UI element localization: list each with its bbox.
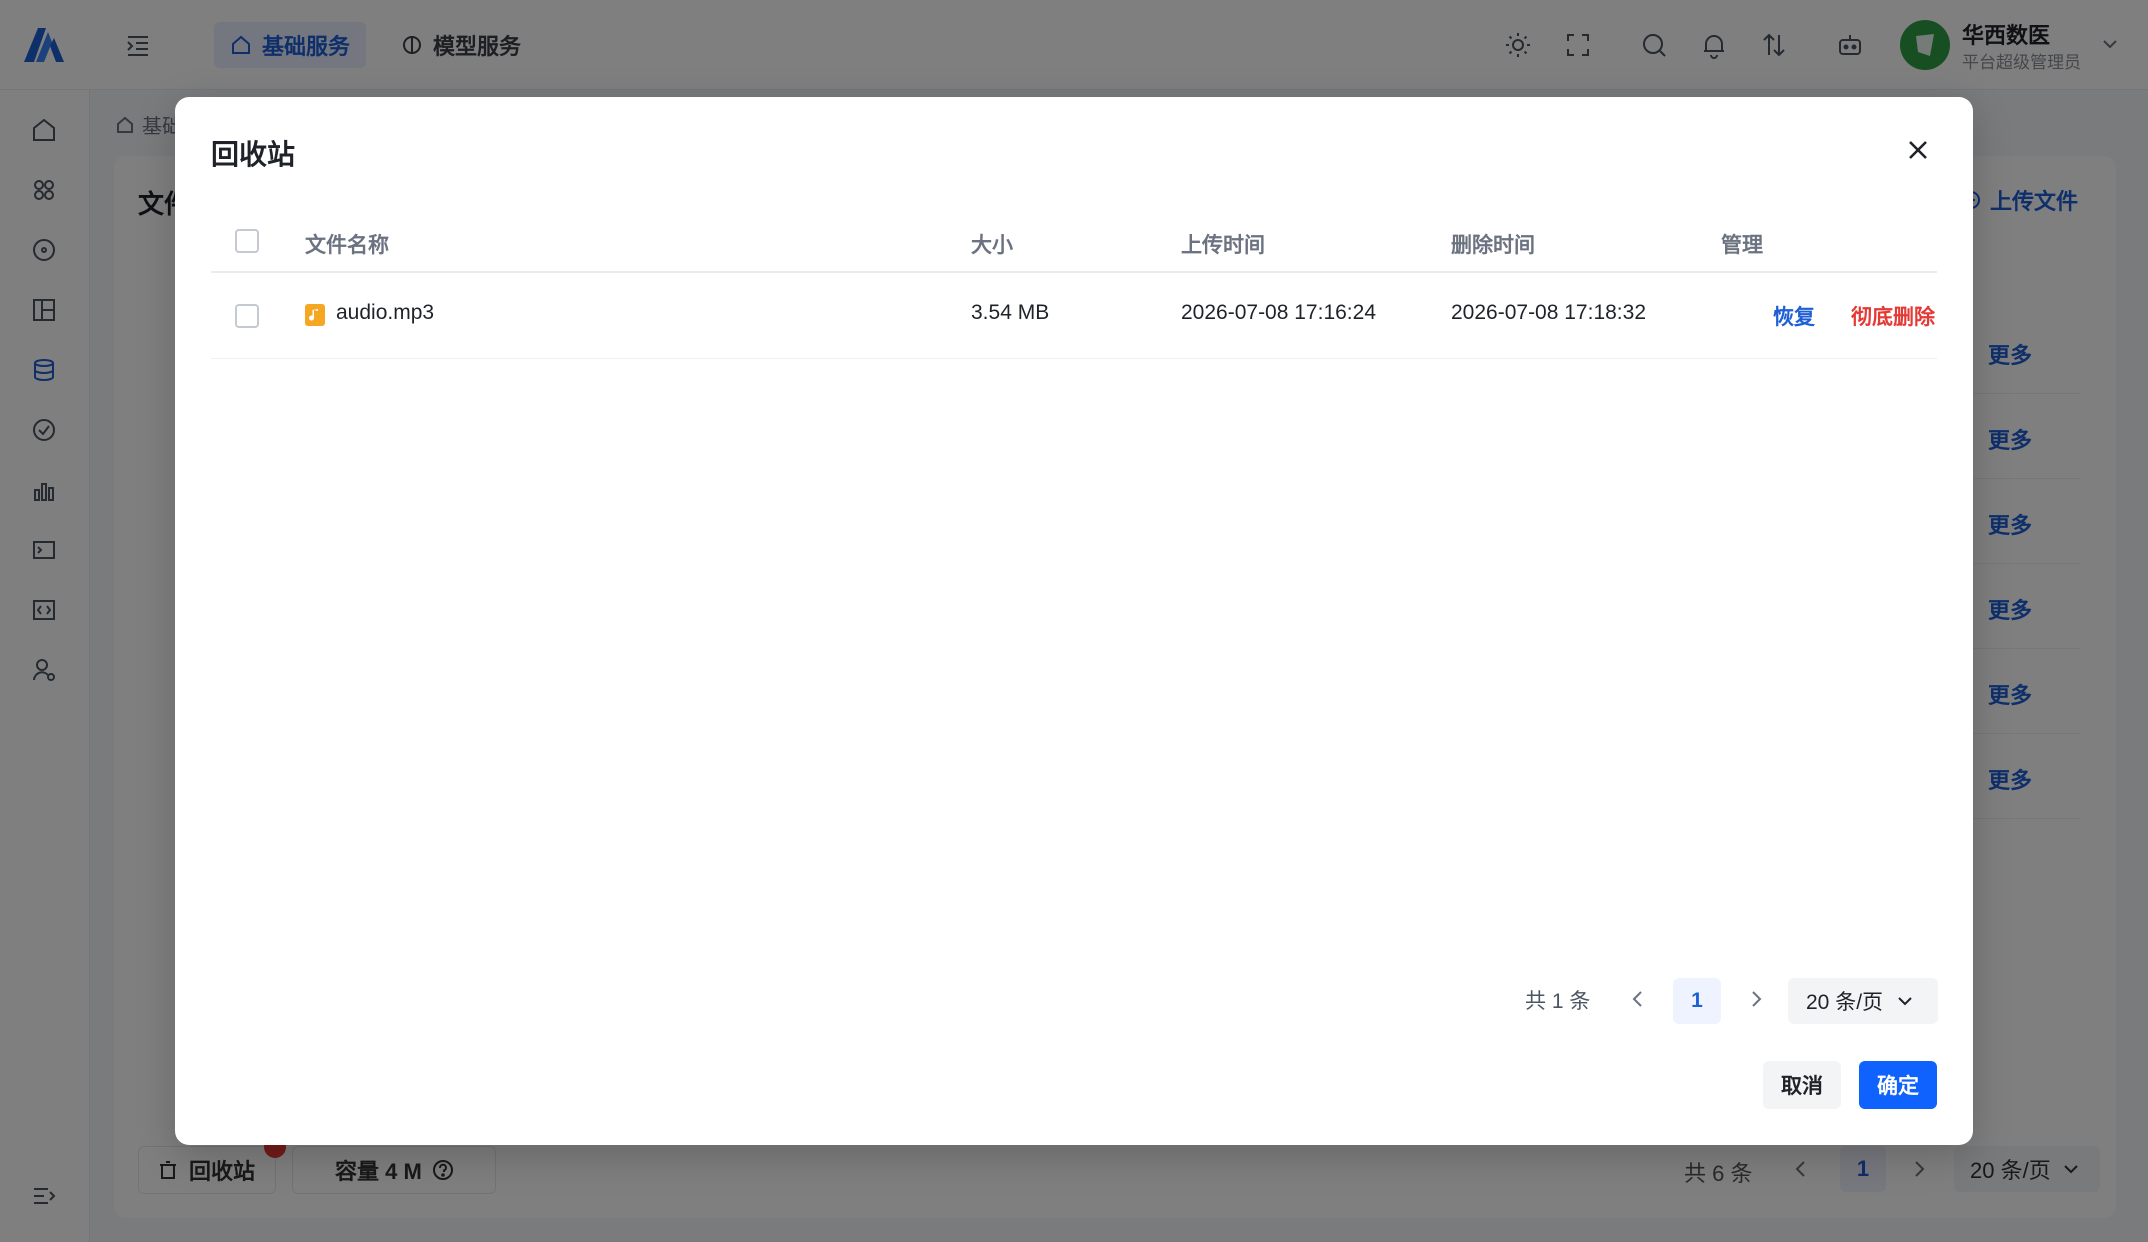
column-header-uploaded: 上传时间 [1181, 234, 1265, 257]
select-all-checkbox[interactable] [235, 229, 259, 253]
delete-time: 2026-07-08 17:18:32 [1451, 301, 1646, 324]
file-size: 3.54 MB [971, 301, 1050, 324]
dialog-title: 回收站 [211, 139, 296, 170]
page-number[interactable]: 1 [1673, 978, 1721, 1024]
file-name: audio.mp3 [336, 301, 435, 324]
column-header-name: 文件名称 [305, 234, 389, 257]
total-count: 共 1 条 [1525, 990, 1591, 1013]
app-root: 基础服务 模型服务 华西数医 平台超级管理员 [0, 0, 2148, 1242]
table-header: 文件名称 大小 上传时间 删除时间 管理 [211, 209, 1937, 273]
row-checkbox[interactable] [235, 304, 259, 328]
column-header-deleted: 删除时间 [1451, 234, 1535, 257]
confirm-button[interactable]: 确定 [1859, 1061, 1937, 1109]
page-size-label: 20 条/页 [1806, 991, 1884, 1014]
restore-link[interactable]: 恢复 [1773, 301, 1815, 331]
column-header-manage: 管理 [1721, 234, 1763, 257]
page-size-select[interactable]: 20 条/页 [1788, 978, 1938, 1024]
chevron-left-icon[interactable] [1626, 987, 1650, 1011]
table-row: audio.mp3 3.54 MB 2026-07-08 17:16:24 20… [211, 273, 1937, 359]
chevron-right-icon[interactable] [1744, 987, 1768, 1011]
permanent-delete-link[interactable]: 彻底删除 [1851, 301, 1935, 331]
column-header-size: 大小 [971, 234, 1013, 257]
upload-time: 2026-07-08 17:16:24 [1181, 301, 1376, 324]
audio-file-icon [305, 304, 325, 326]
cancel-button[interactable]: 取消 [1763, 1061, 1841, 1109]
chevron-down-icon [1898, 997, 1912, 1006]
close-icon[interactable] [1905, 137, 1931, 163]
recycle-bin-dialog: 回收站 文件名称 大小 上传时间 删除时间 管理 audio.mp3 3.54 … [175, 97, 1973, 1145]
